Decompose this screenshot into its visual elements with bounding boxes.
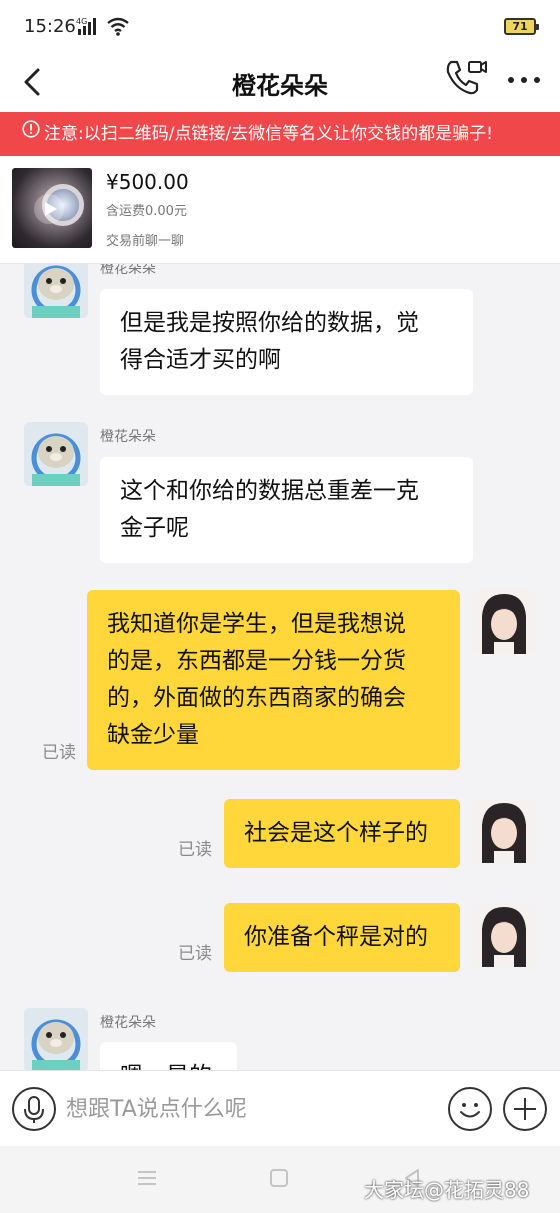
alert-icon bbox=[22, 112, 40, 155]
outgoing-message-bubble[interactable]: 我知道你是学生，但是我想说 的是，东西都是一分钱一分货 的，外面做的东西商家的确… bbox=[87, 590, 460, 770]
status-time: 15:26 bbox=[24, 16, 76, 37]
status-bar: 15:26 4G 71 bbox=[0, 0, 560, 56]
message-line: 社会是这个样子的 bbox=[244, 820, 428, 846]
shipping-fee: 含运费0.00元 bbox=[106, 204, 187, 219]
watermark: 大家坛@花拓灵88 bbox=[364, 1178, 530, 1202]
more-actions-button[interactable] bbox=[503, 1087, 547, 1131]
user-avatar[interactable] bbox=[472, 799, 536, 863]
message-line: 嗯，是的 bbox=[120, 1058, 217, 1070]
chat-message-list[interactable]: 橙花朵朵 但是我是按照你给的数据，觉 得合适才买的啊 橙花朵朵 这个和你给的数据… bbox=[0, 264, 560, 1070]
incoming-message-bubble[interactable]: 嗯，是的 bbox=[100, 1042, 237, 1070]
smiley-icon bbox=[460, 1103, 480, 1118]
voice-input-button[interactable] bbox=[12, 1087, 56, 1131]
battery-icon: 71 bbox=[504, 18, 539, 35]
scam-warning-banner: 注意:以扫二维码/点链接/去微信等名义让你交钱的都是骗子! bbox=[0, 112, 560, 156]
user-avatar[interactable] bbox=[472, 903, 536, 967]
chat-header: 橙花朵朵 bbox=[0, 56, 560, 112]
message-line: 的是，东西都是一分钱一分货 bbox=[107, 648, 406, 674]
product-card[interactable]: ¥500.00 含运费0.00元 交易前聊一聊 bbox=[0, 156, 560, 264]
network-type: 4G bbox=[76, 17, 87, 26]
outgoing-message-bubble[interactable]: 社会是这个样子的 bbox=[224, 799, 460, 868]
sender-name: 橙花朵朵 bbox=[100, 429, 156, 445]
message-line: 我知道你是学生，但是我想说 bbox=[107, 611, 406, 637]
sender-name: 橙花朵朵 bbox=[100, 1015, 156, 1031]
seller-avatar[interactable] bbox=[24, 1008, 88, 1070]
message-line: 缺金少量 bbox=[107, 722, 199, 748]
product-thumbnail[interactable] bbox=[12, 168, 92, 248]
play-icon[interactable] bbox=[34, 194, 64, 224]
read-status: 已读 bbox=[42, 743, 76, 763]
message-line: 但是我是按照你给的数据，觉 bbox=[120, 310, 419, 336]
chat-hint: 交易前聊一聊 bbox=[106, 234, 185, 249]
message-line: 的，外面做的东西商家的确会 bbox=[107, 685, 406, 711]
signal-icon: 4G bbox=[76, 16, 104, 40]
product-price: ¥500.00 bbox=[106, 170, 189, 194]
system-nav-bar: 大家坛@花拓灵88 bbox=[0, 1146, 560, 1213]
incoming-message-bubble[interactable]: 这个和你给的数据总重差一克 金子呢 bbox=[100, 457, 473, 563]
incoming-message-bubble[interactable]: 但是我是按照你给的数据，觉 得合适才买的啊 bbox=[100, 289, 473, 395]
message-line: 金子呢 bbox=[120, 515, 189, 541]
user-avatar[interactable] bbox=[472, 590, 536, 654]
microphone-icon bbox=[24, 1096, 44, 1123]
home-icon[interactable] bbox=[270, 1169, 288, 1187]
emoji-button[interactable] bbox=[448, 1087, 492, 1131]
more-icon[interactable] bbox=[504, 64, 544, 94]
sender-name: 橙花朵朵 bbox=[100, 264, 156, 277]
warning-text: 注意:以扫二维码/点链接/去微信等名义让你交钱的都是骗子! bbox=[44, 124, 493, 144]
seller-avatar[interactable] bbox=[24, 264, 88, 318]
menu-icon[interactable] bbox=[136, 1168, 158, 1188]
read-status: 已读 bbox=[178, 840, 212, 860]
plus-icon bbox=[514, 1098, 536, 1120]
message-input[interactable] bbox=[66, 1089, 436, 1129]
message-line: 得合适才买的啊 bbox=[120, 347, 281, 373]
wifi-icon bbox=[106, 16, 130, 40]
video-call-icon[interactable] bbox=[444, 58, 488, 98]
message-line: 你准备个秤是对的 bbox=[244, 924, 428, 950]
message-line: 这个和你给的数据总重差一克 bbox=[120, 478, 419, 504]
seller-avatar[interactable] bbox=[24, 422, 88, 486]
message-input-bar bbox=[0, 1070, 560, 1146]
outgoing-message-bubble[interactable]: 你准备个秤是对的 bbox=[224, 903, 460, 972]
read-status: 已读 bbox=[178, 944, 212, 964]
